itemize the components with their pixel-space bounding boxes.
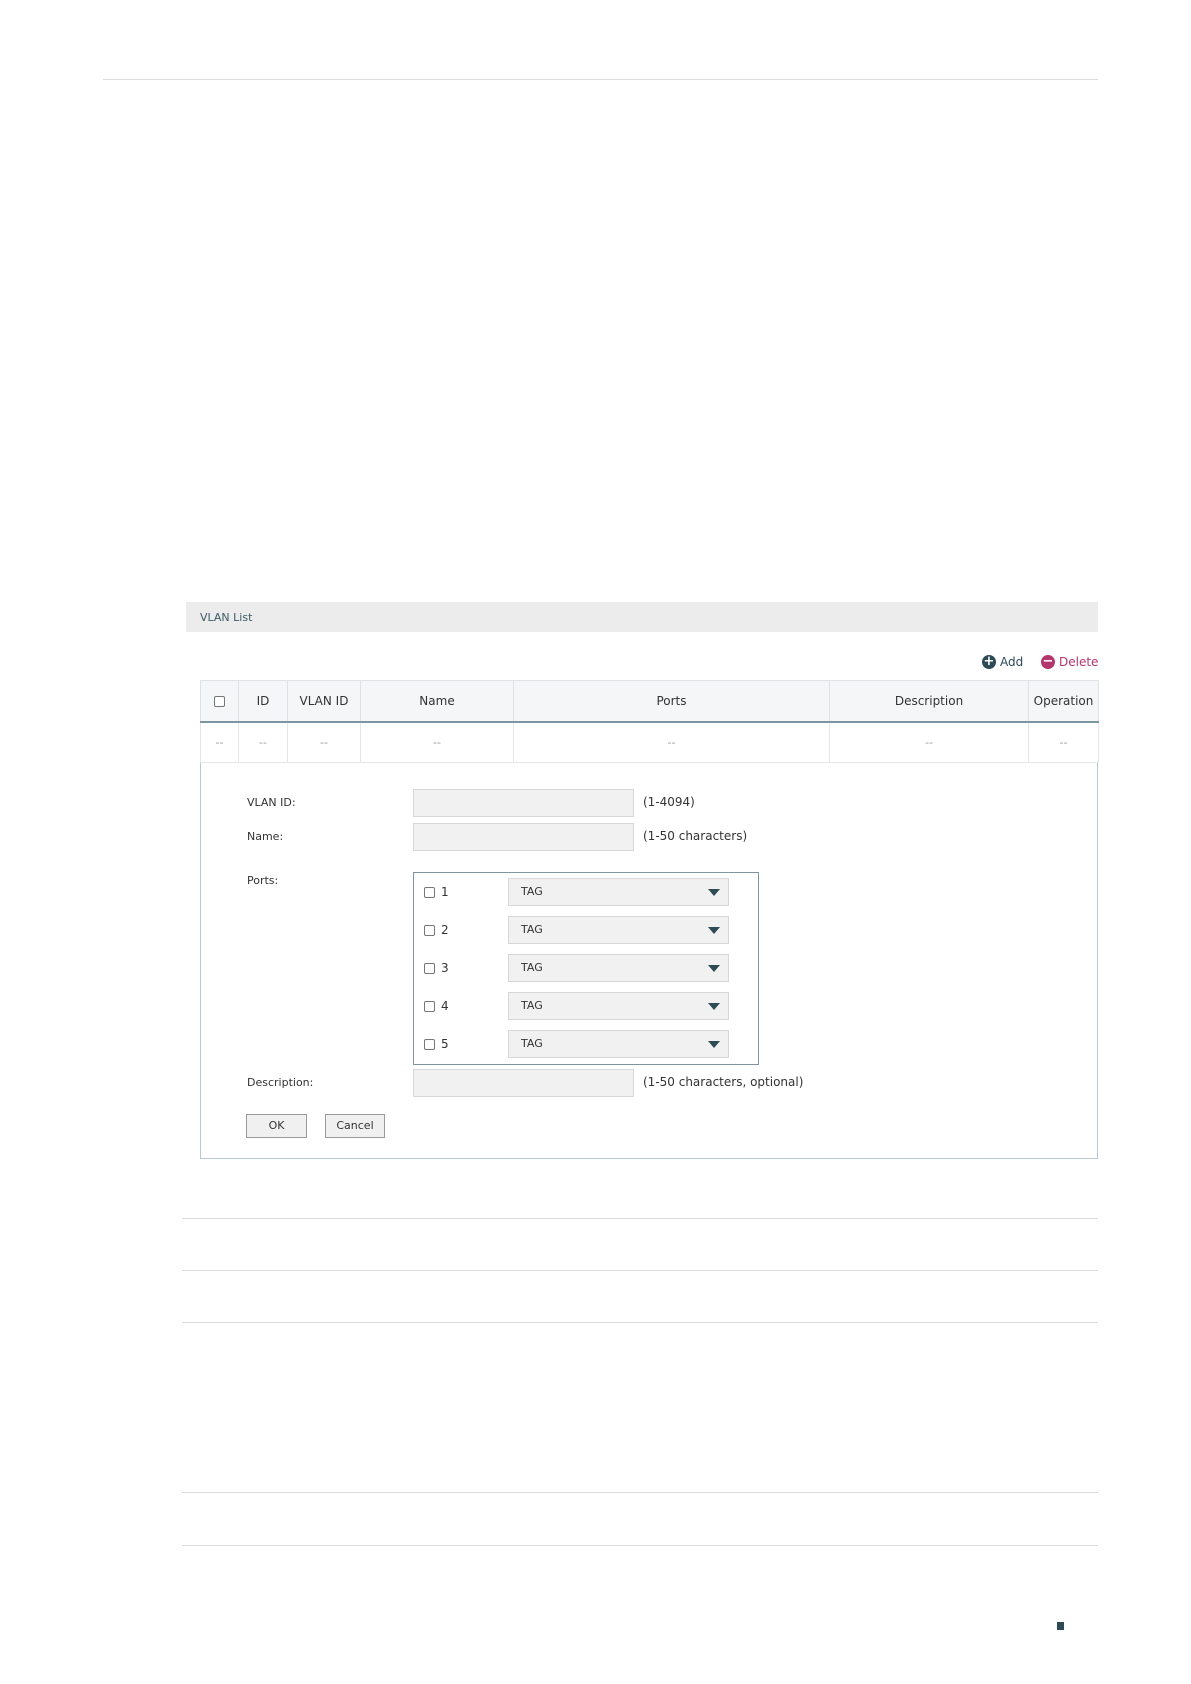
table-cell: --: [829, 721, 1029, 763]
triangle-down-icon: [708, 965, 720, 972]
section-rule: [182, 1492, 1098, 1493]
port-checkbox-1[interactable]: [424, 887, 435, 898]
column-header-vlan-id[interactable]: VLAN ID: [287, 680, 361, 722]
port-mode-value: TAG: [521, 961, 543, 974]
column-header-operation[interactable]: Operation: [1028, 680, 1099, 722]
table-cell: --: [200, 721, 239, 763]
port-number: 3: [441, 961, 449, 975]
ports-label: Ports:: [247, 874, 279, 887]
port-number: 5: [441, 1037, 449, 1051]
port-mode-select-1[interactable]: TAG: [508, 878, 729, 906]
vlan-table: ID VLAN ID Name Ports Description Operat…: [200, 680, 1099, 763]
port-row-5: 5 TAG: [424, 1030, 744, 1058]
port-checkbox-2[interactable]: [424, 925, 435, 936]
panel-header: VLAN List: [186, 602, 1098, 632]
section-rule: [182, 1545, 1098, 1546]
port-row-1: 1 TAG: [424, 878, 744, 906]
triangle-down-icon: [708, 889, 720, 896]
panel-title: VLAN List: [200, 610, 253, 624]
column-header-id[interactable]: ID: [238, 680, 288, 722]
table-header-row: ID VLAN ID Name Ports Description Operat…: [200, 680, 1099, 722]
plus-circle-icon: +: [982, 654, 996, 669]
minus-circle-icon: −: [1041, 654, 1055, 669]
port-mode-value: TAG: [521, 923, 543, 936]
section-rule: [182, 1270, 1098, 1271]
port-number: 2: [441, 923, 449, 937]
select-all-header[interactable]: [200, 680, 239, 722]
port-mode-select-2[interactable]: TAG: [508, 916, 729, 944]
column-header-description[interactable]: Description: [829, 680, 1029, 722]
table-cell: --: [287, 721, 361, 763]
delete-label: Delete: [1059, 655, 1099, 669]
port-row-2: 2 TAG: [424, 916, 744, 944]
ok-button[interactable]: OK: [246, 1114, 307, 1138]
page-top-rule: [103, 79, 1098, 80]
section-rule: [182, 1218, 1098, 1219]
port-mode-value: TAG: [521, 1037, 543, 1050]
ports-list: 1 TAG 2 TAG 3 TAG 4 TAG 5 TAG: [413, 872, 759, 1065]
triangle-down-icon: [708, 927, 720, 934]
triangle-down-icon: [708, 1041, 720, 1048]
description-label: Description:: [247, 1076, 314, 1089]
table-row: -- -- -- -- -- -- --: [200, 721, 1099, 763]
add-label: Add: [1000, 655, 1024, 669]
add-button[interactable]: + Add: [982, 654, 1023, 670]
column-header-ports[interactable]: Ports: [513, 680, 830, 722]
port-row-3: 3 TAG: [424, 954, 744, 982]
select-all-checkbox[interactable]: [214, 695, 225, 707]
port-number: 1: [441, 885, 449, 899]
port-mode-value: TAG: [521, 885, 543, 898]
table-cell: --: [1028, 721, 1099, 763]
table-cell: --: [513, 721, 830, 763]
cancel-button[interactable]: Cancel: [325, 1114, 385, 1138]
name-input[interactable]: [413, 823, 634, 851]
delete-button[interactable]: − Delete: [1041, 654, 1098, 670]
table-cell: --: [360, 721, 514, 763]
vlan-id-input[interactable]: [413, 789, 634, 817]
triangle-down-icon: [708, 1003, 720, 1010]
port-mode-select-3[interactable]: TAG: [508, 954, 729, 982]
description-input[interactable]: [413, 1069, 634, 1097]
port-checkbox-4[interactable]: [424, 1001, 435, 1012]
port-number: 4: [441, 999, 449, 1013]
port-row-4: 4 TAG: [424, 992, 744, 1020]
page-footer-marker: [1057, 1622, 1064, 1630]
section-rule: [182, 1322, 1098, 1323]
port-mode-value: TAG: [521, 999, 543, 1012]
column-header-name[interactable]: Name: [360, 680, 514, 722]
port-mode-select-5[interactable]: TAG: [508, 1030, 729, 1058]
port-checkbox-3[interactable]: [424, 963, 435, 974]
description-hint: (1-50 characters, optional): [643, 1075, 804, 1089]
vlan-id-hint: (1-4094): [643, 795, 695, 809]
vlan-id-label: VLAN ID:: [247, 796, 296, 809]
port-checkbox-5[interactable]: [424, 1039, 435, 1050]
port-mode-select-4[interactable]: TAG: [508, 992, 729, 1020]
name-hint: (1-50 characters): [643, 829, 748, 843]
name-label: Name:: [247, 830, 284, 843]
table-cell: --: [238, 721, 288, 763]
